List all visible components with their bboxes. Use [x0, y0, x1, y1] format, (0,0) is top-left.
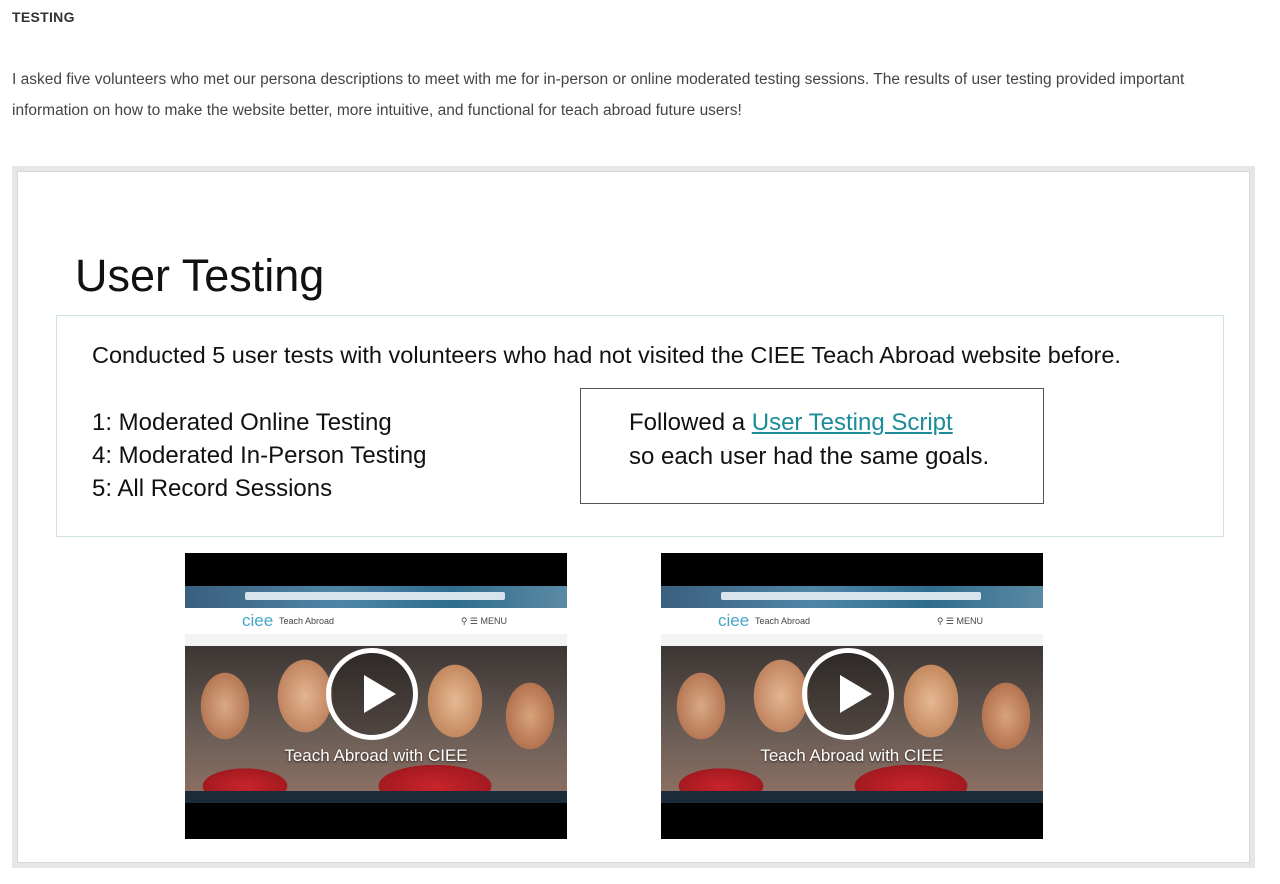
- script-box: Followed a User Testing Script so each u…: [580, 388, 1044, 504]
- video-player-2[interactable]: ciee Teach Abroad ⚲ ☰ MENU Teach Abroad …: [661, 553, 1043, 839]
- content-box: Conducted 5 user tests with volunteers w…: [56, 315, 1224, 537]
- header-icons: ⚲ ☰ MENU: [936, 616, 983, 626]
- address-bar: [721, 592, 981, 600]
- section-heading: TESTING: [12, 9, 75, 25]
- site-header: ciee Teach Abroad ⚲ ☰ MENU: [661, 608, 1043, 634]
- ciee-logo: ciee: [242, 611, 274, 630]
- slide-title: User Testing: [75, 250, 325, 301]
- script-line-2: so each user had the same goals.: [629, 443, 990, 470]
- browser-bar: [185, 586, 567, 608]
- intro-paragraph: I asked five volunteers who met our pers…: [12, 71, 1185, 119]
- hero-text: Teach Abroad with CIEE: [284, 746, 468, 765]
- script-line-1: Followed a User Testing Script: [629, 409, 953, 437]
- ciee-logo: ciee: [718, 611, 750, 630]
- browser-bar: [661, 586, 1043, 608]
- site-header: ciee Teach Abroad ⚲ ☰ MENU: [185, 608, 567, 634]
- site-nav: [185, 634, 567, 646]
- site-name: Teach Abroad: [755, 616, 811, 626]
- slide: User Testing Conducted 5 user tests with…: [17, 171, 1250, 863]
- site-nav: [661, 634, 1043, 646]
- testing-list: 1: Moderated Online Testing 4: Moderated…: [92, 406, 426, 505]
- video-player-1[interactable]: ciee Teach Abroad ⚲ ☰ MENU Teach Abroad …: [185, 553, 567, 839]
- taskbar: [661, 791, 1043, 803]
- play-icon[interactable]: [326, 648, 418, 740]
- hero-text: Teach Abroad with CIEE: [760, 746, 944, 765]
- play-icon[interactable]: [802, 648, 894, 740]
- list-item: 1: Moderated Online Testing: [92, 409, 392, 436]
- site-name: Teach Abroad: [279, 616, 335, 626]
- header-icons: ⚲ ☰ MENU: [460, 616, 507, 626]
- list-item: 4: Moderated In-Person Testing: [92, 442, 427, 469]
- conducted-text: Conducted 5 user tests with volunteers w…: [92, 342, 1121, 368]
- script-prefix: Followed a: [629, 409, 752, 436]
- address-bar: [245, 592, 505, 600]
- taskbar: [185, 791, 567, 803]
- user-testing-script-link[interactable]: User Testing Script: [752, 409, 953, 436]
- list-item: 5: All Record Sessions: [92, 475, 333, 502]
- slide-frame: User Testing Conducted 5 user tests with…: [12, 166, 1255, 868]
